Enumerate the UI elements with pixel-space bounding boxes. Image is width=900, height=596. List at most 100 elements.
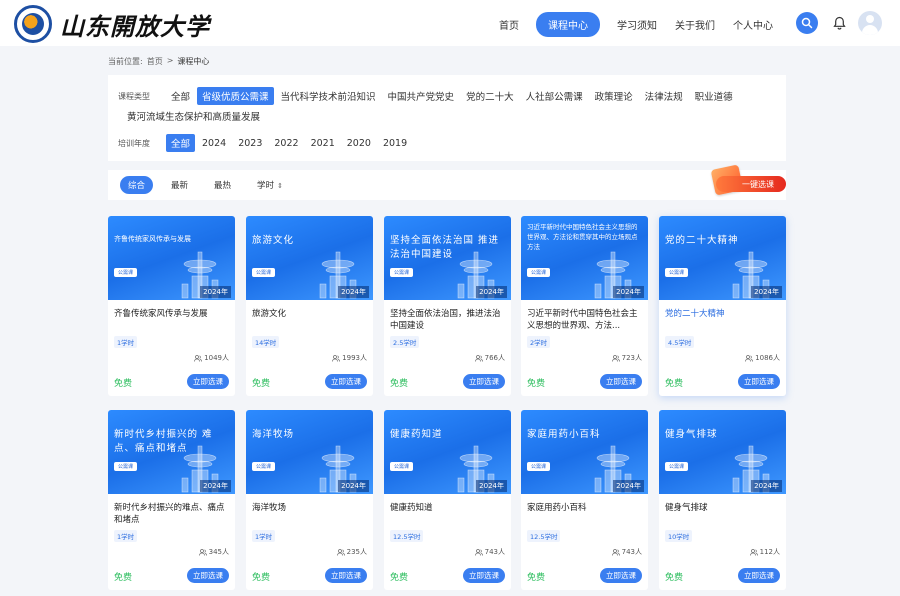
type-option-20th-congress[interactable]: 党的二十大 [461,87,519,105]
course-price: 免费 [665,379,684,389]
course-title[interactable]: 坚持全面依法治国，推进法治中国建设 [390,308,506,332]
breadcrumb-current: 课程中心 [177,57,210,66]
course-tag: 公需课 [527,268,551,277]
sort-latest[interactable]: 最新 [163,176,196,194]
sort-comprehensive[interactable]: 综合 [120,176,154,194]
course-year: 2024年 [613,286,644,298]
one-click-select-button[interactable]: 一键选课 [716,176,786,192]
course-card[interactable]: 健康药知道 公需课 2024年 健康药知道 12.5学时 743人 免费 立即选课 [384,410,511,590]
select-course-button[interactable]: 立即选课 [463,568,505,583]
select-course-button[interactable]: 立即选课 [187,374,229,389]
nav-home[interactable]: 首页 [490,13,528,36]
year-option-2024[interactable]: 2024 [197,136,231,151]
enrollment-value: 235人 [346,548,367,556]
avatar[interactable] [858,11,882,35]
course-card[interactable]: 家庭用药小百科 公需课 2024年 家庭用药小百科 12.5学时 743人 免费 立即选课 [521,410,648,590]
course-type-filter-row2: 黄河流域生态保护和高质量发展 [122,107,267,125]
course-banner: 健康药知道 公需课 2024年 [384,410,511,494]
people-icon [745,354,754,362]
course-tag: 公需课 [527,462,551,471]
type-option-all[interactable]: 全部 [166,87,195,105]
people-icon [194,354,203,362]
year-option-2021[interactable]: 2021 [306,136,340,151]
type-option-provincial[interactable]: 省级优质公需课 [197,87,274,105]
top-header: 山东開放大学 首页 课程中心 学习须知 关于我们 个人中心 [0,0,900,46]
select-course-button[interactable]: 立即选课 [738,374,780,389]
course-tag: 公需课 [665,268,689,277]
enrollment-count: 112人 [749,547,780,557]
course-card[interactable]: 坚持全面依法治国 推进法治中国建设 公需课 2024年 坚持全面依法治国，推进法治中国… [384,216,511,396]
select-course-button[interactable]: 立即选课 [738,568,780,583]
course-title[interactable]: 齐鲁传统家风传承与发展 [114,308,230,320]
course-title[interactable]: 健康药知道 [390,502,506,514]
type-option-party-history[interactable]: 中国共产党党史 [383,87,460,105]
year-option-2019[interactable]: 2019 [378,136,412,151]
banner-title: 健康药知道 [390,429,443,440]
course-title[interactable]: 习近平新时代中国特色社会主义思想的世界观、方法... [527,308,643,332]
nav-study-notice[interactable]: 学习须知 [608,13,666,36]
site-logo[interactable]: 山东開放大学 [14,5,210,43]
select-course-button[interactable]: 立即选课 [187,568,229,583]
banner-title: 健身气排球 [665,429,718,440]
course-card[interactable]: 齐鲁传统家风传承与发展 公需课 2024年 齐鲁传统家风传承与发展 1学时 1049人 免费… [108,216,235,396]
type-option-mohrss[interactable]: 人社部公需课 [521,87,588,105]
type-option-ethics[interactable]: 职业道德 [690,87,738,105]
sort-hottest[interactable]: 最热 [206,176,239,194]
course-price: 免费 [527,573,546,583]
banner-title: 党的二十大精神 [665,235,739,246]
select-course-button[interactable]: 立即选课 [600,374,642,389]
people-icon [336,548,345,556]
breadcrumb-home[interactable]: 首页 [147,56,163,67]
course-year: 2024年 [476,286,507,298]
select-course-button[interactable]: 立即选课 [600,568,642,583]
course-title[interactable]: 健身气排球 [665,502,781,514]
search-icon [801,17,813,29]
course-title[interactable]: 旅游文化 [252,308,368,320]
course-banner: 海洋牧场 公需课 2024年 [246,410,373,494]
course-title[interactable]: 新时代乡村振兴的难点、痛点和堵点 [114,502,230,526]
course-hours: 1学时 [114,530,138,542]
year-option-2023[interactable]: 2023 [233,136,267,151]
course-year: 2024年 [338,480,369,492]
select-course-button[interactable]: 立即选课 [463,374,505,389]
course-hours: 2学时 [527,336,551,348]
course-price: 免费 [252,379,271,389]
sort-hours[interactable]: 学时 ⇕ [249,176,291,194]
select-course-button[interactable]: 立即选课 [325,568,367,583]
enrollment-count: 1993人 [332,353,367,363]
enrollment-count: 723人 [611,353,642,363]
course-card[interactable]: 习近平新时代中国特色社会主义思想的世界观、方法论和贯穿其中的立场观点方法 公需课 2… [521,216,648,396]
course-card[interactable]: 党的二十大精神 公需课 2024年 党的二十大精神 4.5学时 1086人 免费 立即选课 [659,216,786,396]
type-option-yellow-river[interactable]: 黄河流域生态保护和高质量发展 [122,107,265,125]
course-card[interactable]: 海洋牧场 公需课 2024年 海洋牧场 1学时 235人 免费 立即选课 [246,410,373,590]
nav-personal-center[interactable]: 个人中心 [724,13,782,36]
nav-course-center[interactable]: 课程中心 [536,12,600,37]
year-option-2022[interactable]: 2022 [269,136,303,151]
search-button[interactable] [796,12,818,34]
year-option-2020[interactable]: 2020 [342,136,376,151]
breadcrumb-prefix: 当前位置: [108,57,143,66]
course-price: 免费 [252,573,271,583]
type-option-policy-theory[interactable]: 政策理论 [590,87,638,105]
course-hours: 2.5学时 [390,336,420,348]
course-hours: 4.5学时 [665,336,695,348]
course-title[interactable]: 党的二十大精神 [665,308,781,320]
type-option-law[interactable]: 法律法规 [640,87,688,105]
course-type-label: 课程类型 [118,91,150,101]
notification-button[interactable] [830,13,848,33]
course-title[interactable]: 家庭用药小百科 [527,502,643,514]
course-price: 免费 [390,573,409,583]
people-icon [474,548,483,556]
nav-about-us[interactable]: 关于我们 [666,13,724,36]
course-banner: 健身气排球 公需课 2024年 [659,410,786,494]
year-option-all[interactable]: 全部 [166,134,196,152]
type-option-science-frontier[interactable]: 当代科学技术前沿知识 [276,87,381,105]
course-card[interactable]: 旅游文化 公需课 2024年 旅游文化 14学时 1993人 免费 立即选课 [246,216,373,396]
course-title[interactable]: 海洋牧场 [252,502,368,514]
course-card[interactable]: 健身气排球 公需课 2024年 健身气排球 10学时 112人 免费 立即选课 [659,410,786,590]
course-card[interactable]: 新时代乡村振兴的 难点、痛点和堵点 公需课 2024年 新时代乡村振兴的难点、痛点和堵… [108,410,235,590]
banner-title: 旅游文化 [252,235,295,246]
select-course-button[interactable]: 立即选课 [325,374,367,389]
people-icon [749,548,758,556]
course-price: 免费 [527,379,546,389]
